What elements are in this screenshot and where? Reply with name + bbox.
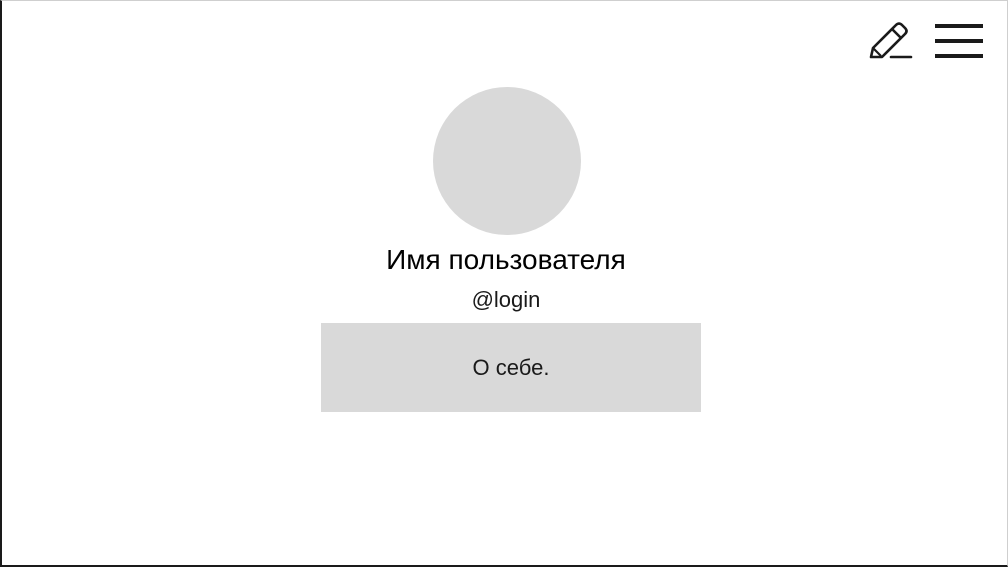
menu-button[interactable]	[935, 19, 985, 63]
user-login: @login	[471, 287, 541, 312]
pencil-icon	[869, 22, 913, 59]
top-toolbar	[867, 19, 985, 63]
user-display-name: Имя пользователя	[386, 244, 626, 275]
profile-screen: Имя пользователя @login О себе.	[0, 0, 1008, 567]
avatar[interactable]	[433, 87, 581, 235]
hamburger-menu-icon	[935, 24, 983, 58]
about-text: О себе.	[472, 354, 550, 380]
about-section[interactable]: О себе.	[321, 323, 701, 412]
edit-profile-button[interactable]	[867, 19, 913, 63]
